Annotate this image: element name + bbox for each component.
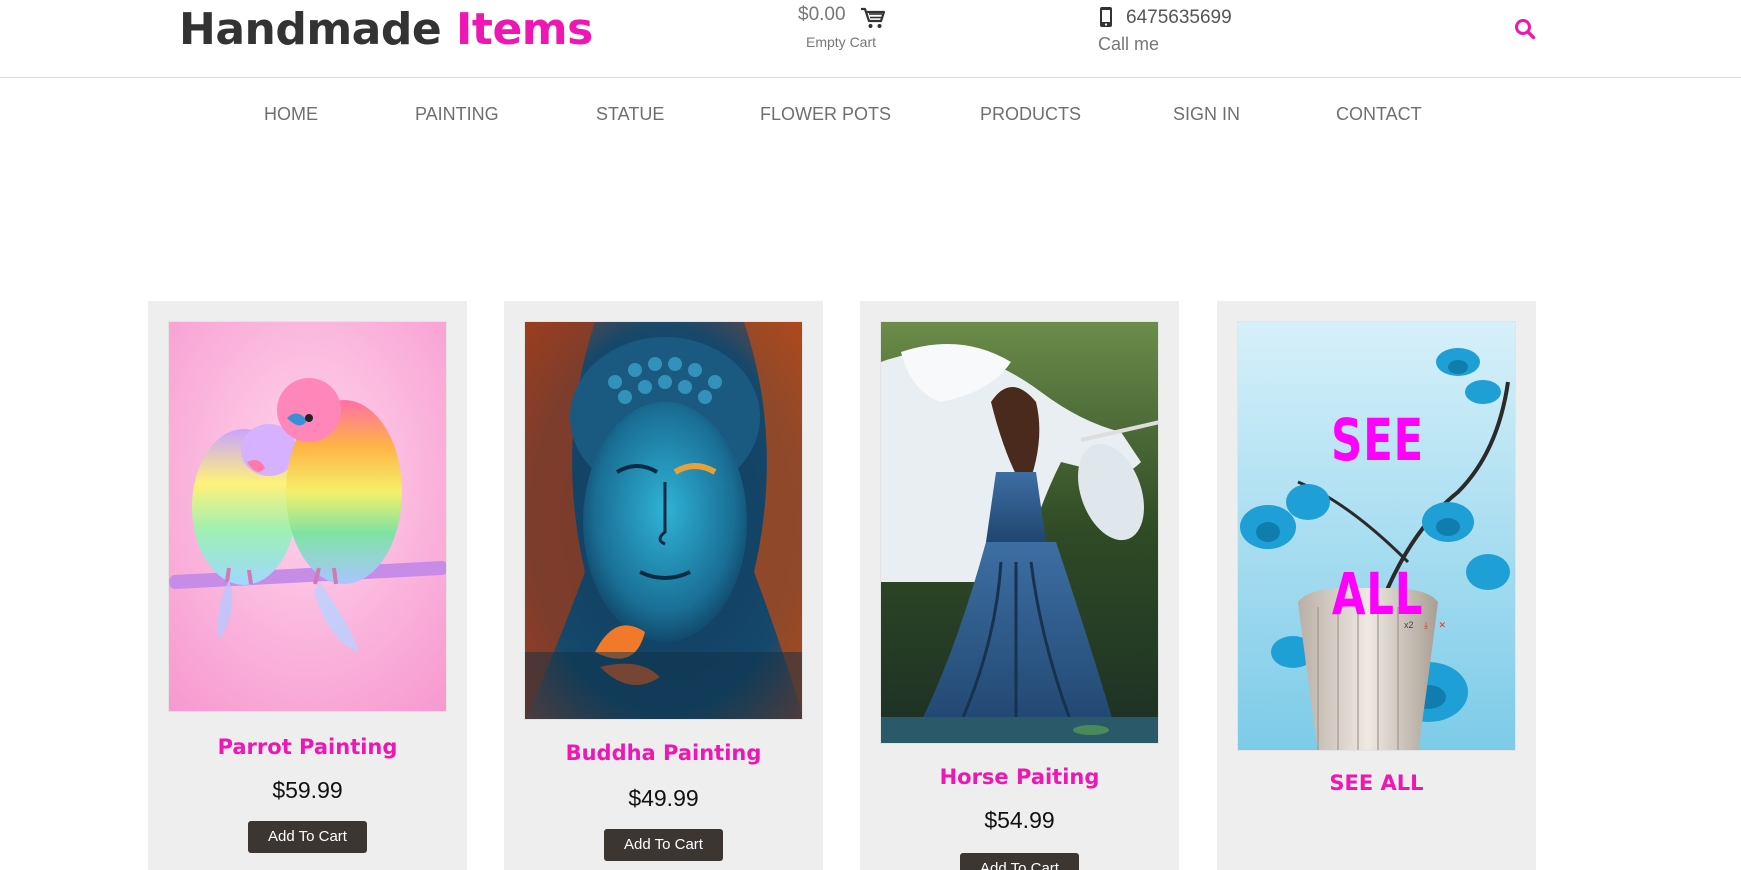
mini-cart[interactable]: $0.00 Empty Cart: [798, 4, 888, 50]
nav-contact[interactable]: CONTACT: [1336, 104, 1422, 125]
nav-products[interactable]: PRODUCTS: [980, 104, 1081, 125]
add-to-cart-button[interactable]: Add To Cart: [248, 821, 367, 853]
nav-statue[interactable]: STATUE: [596, 104, 664, 125]
see-all-image[interactable]: SEE ALL x2 ⤓ ✕: [1237, 321, 1516, 751]
product-title[interactable]: Horse Paiting: [860, 765, 1179, 789]
product-card: Parrot Painting $59.99 Add To Cart: [148, 301, 467, 870]
nav-sign-in[interactable]: SIGN IN: [1173, 104, 1240, 125]
nav-painting[interactable]: PAINTING: [415, 104, 499, 125]
cart-status: Empty Cart: [806, 34, 877, 50]
zoom-x2-icon[interactable]: x2: [1404, 620, 1414, 630]
cart-icon[interactable]: [860, 6, 886, 30]
call-me-label: Call me: [1098, 34, 1160, 54]
buddha-painting-image[interactable]: [524, 321, 803, 720]
close-icon[interactable]: ✕: [1439, 620, 1447, 630]
site-header: Handmade Items $0.00 Empty Cart 64756356…: [0, 0, 1741, 78]
see-all-overlay-top: SEE: [1330, 406, 1424, 474]
parrot-painting-image[interactable]: [168, 321, 447, 712]
product-title[interactable]: Buddha Painting: [504, 741, 823, 765]
product-price: $59.99: [272, 777, 343, 803]
logo-word-items: Items: [456, 4, 593, 55]
see-all-link[interactable]: SEE ALL: [1217, 771, 1536, 795]
add-to-cart-button[interactable]: Add To Cart: [604, 829, 723, 861]
nav-home[interactable]: HOME: [264, 104, 318, 125]
search-icon[interactable]: [1514, 18, 1536, 40]
mobile-phone-icon: [1100, 7, 1112, 27]
product-title[interactable]: Parrot Painting: [148, 735, 467, 759]
see-all-overlay-bottom: ALL: [1331, 560, 1424, 628]
product-price: $54.99: [984, 807, 1055, 833]
main-navigation: HOME PAINTING STATUE FLOWER POTS PRODUCT…: [0, 100, 1741, 130]
see-all-card: SEE ALL x2 ⤓ ✕ SEE ALL: [1217, 301, 1536, 870]
product-card: Buddha Painting $49.99 Add To Cart: [504, 301, 823, 870]
download-icon[interactable]: ⤓: [1424, 620, 1428, 630]
add-to-cart-button[interactable]: Add To Cart: [960, 853, 1079, 870]
horse-painting-image[interactable]: [880, 321, 1159, 744]
image-tools: x2 ⤓ ✕: [1404, 620, 1454, 631]
product-price: $49.99: [628, 785, 699, 811]
site-logo[interactable]: Handmade Items: [179, 2, 593, 58]
phone-number[interactable]: 6475635699: [1126, 7, 1232, 29]
nav-flower-pots[interactable]: FLOWER POTS: [760, 104, 891, 125]
logo-word-handmade: Handmade: [179, 4, 442, 55]
product-card: Horse Paiting $54.99 Add To Cart: [860, 301, 1179, 870]
